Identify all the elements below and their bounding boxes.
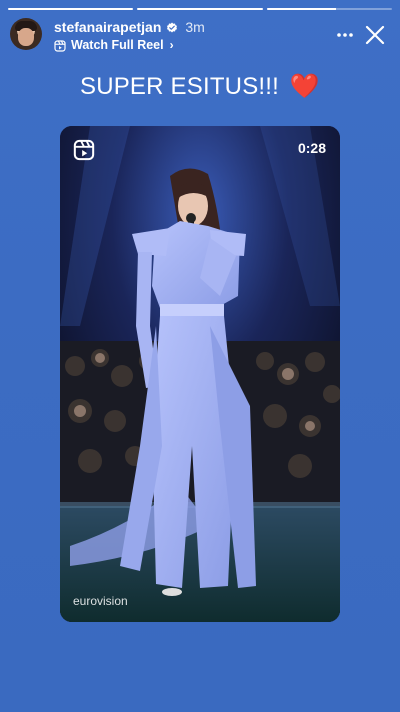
story-progress-fill bbox=[266, 8, 336, 10]
story-progress-segment bbox=[8, 8, 134, 10]
avatar-face bbox=[18, 28, 34, 46]
story-header: stefanairapetjan 3m Watch Full Reel › bbox=[10, 18, 390, 54]
post-time: 3m bbox=[185, 19, 205, 35]
story-progress-segment bbox=[137, 8, 263, 10]
avatar[interactable] bbox=[10, 18, 42, 50]
close-icon bbox=[365, 25, 385, 45]
story-caption: SUPER ESITUS!!! ❤️ bbox=[0, 70, 400, 104]
story-progress-fill bbox=[8, 8, 134, 10]
verified-icon bbox=[167, 22, 178, 32]
username[interactable]: stefanairapetjan bbox=[54, 19, 161, 36]
more-button[interactable] bbox=[330, 20, 360, 50]
chevron-right-icon: › bbox=[169, 38, 174, 52]
reel-card[interactable]: 0:28 eurovision bbox=[60, 126, 340, 622]
reel-duration: 0:28 bbox=[297, 140, 326, 156]
caption-text: SUPER ESITUS!!! bbox=[79, 73, 280, 100]
reel-thumbnail bbox=[60, 126, 340, 622]
user-row: stefanairapetjan 3m bbox=[54, 19, 205, 36]
reels-icon bbox=[54, 39, 66, 52]
more-horizontal-icon bbox=[337, 33, 353, 37]
story-progress-fill bbox=[137, 8, 263, 10]
reels-icon bbox=[73, 139, 95, 161]
close-button[interactable] bbox=[360, 20, 390, 50]
watch-full-reel-label: Watch Full Reel bbox=[71, 38, 164, 52]
story-progress-segment bbox=[266, 8, 392, 10]
story-progress bbox=[8, 8, 392, 10]
heart-emoji: ❤️ bbox=[289, 73, 320, 100]
header-text: stefanairapetjan 3m Watch Full Reel › bbox=[54, 19, 205, 53]
watch-full-reel-link[interactable]: Watch Full Reel › bbox=[54, 38, 205, 53]
eurovision-watermark: eurovision bbox=[73, 594, 128, 608]
